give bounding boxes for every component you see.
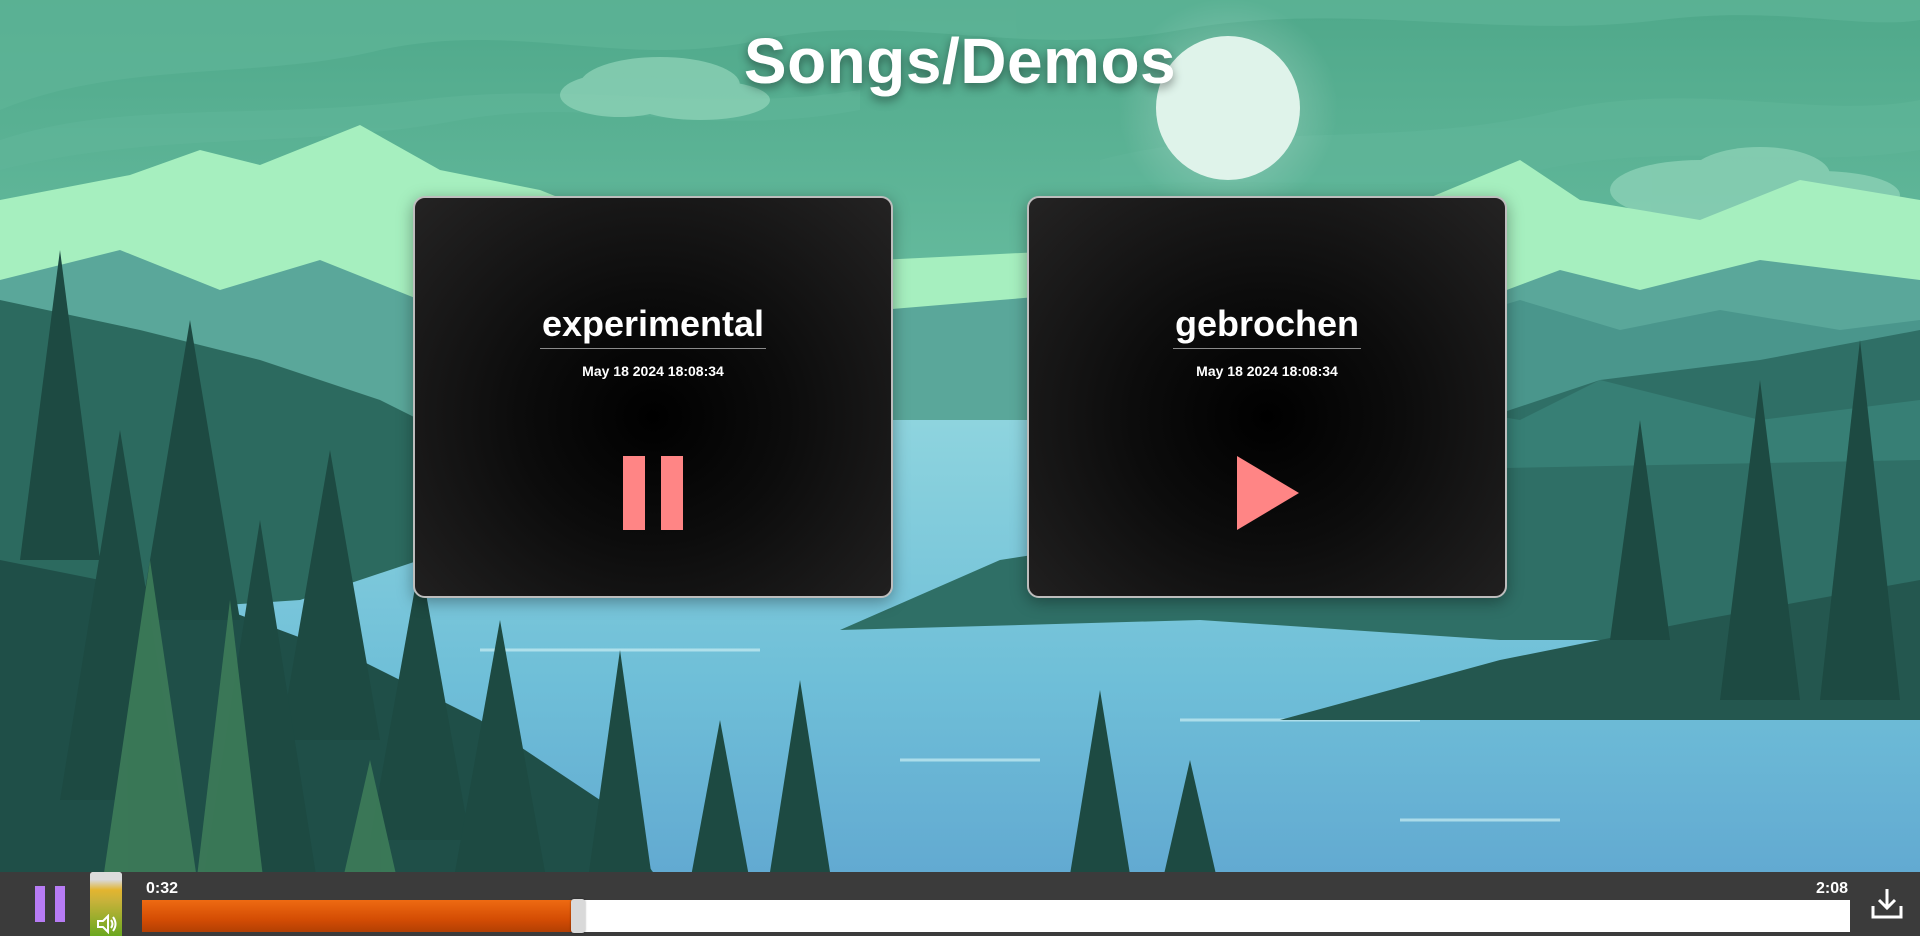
song-date: May 18 2024 18:08:34: [1196, 363, 1338, 379]
song-title: gebrochen: [1172, 304, 1362, 349]
volume-slider[interactable]: [90, 872, 122, 936]
download-icon[interactable]: [1870, 886, 1904, 920]
song-card-experimental[interactable]: experimental May 18 2024 18:08:34: [413, 196, 893, 598]
seek-bar[interactable]: [142, 899, 1850, 933]
song-date: May 18 2024 18:08:34: [582, 363, 724, 379]
volume-handle[interactable]: [90, 872, 122, 880]
song-title: experimental: [539, 304, 767, 349]
speaker-icon[interactable]: [96, 914, 118, 934]
play-icon[interactable]: [1227, 453, 1307, 533]
page: Songs/Demos experimental May 18 2024 18:…: [0, 0, 1920, 936]
pause-icon[interactable]: [32, 884, 68, 924]
total-time: 2:08: [1815, 880, 1848, 897]
seek-bar-handle[interactable]: [570, 899, 585, 933]
background-landscape-image: [0, 0, 1920, 936]
current-time: 0:32: [146, 880, 179, 897]
seek-bar-progress: [142, 900, 578, 932]
song-card-gebrochen[interactable]: gebrochen May 18 2024 18:08:34: [1027, 196, 1507, 598]
page-title: Songs/Demos: [743, 25, 1177, 97]
pause-icon[interactable]: [613, 453, 693, 533]
